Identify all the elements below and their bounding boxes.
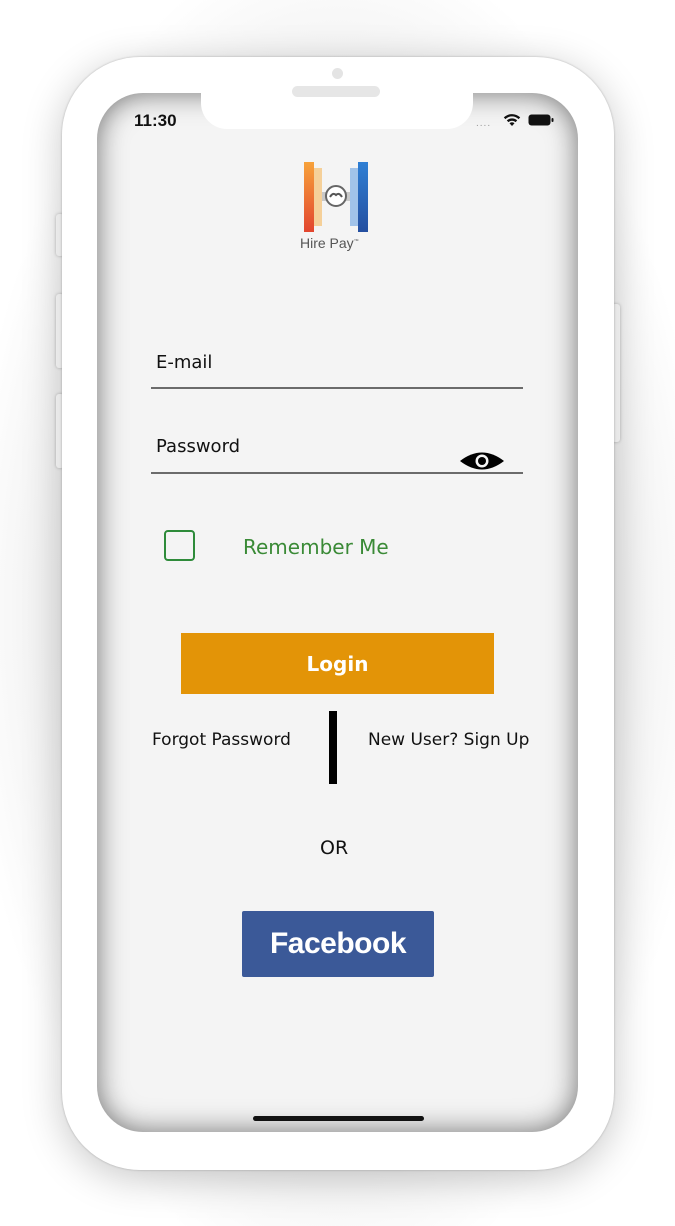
forgot-password-link[interactable]: Forgot Password: [152, 730, 291, 750]
password-field[interactable]: Password: [151, 436, 523, 474]
facebook-login-button[interactable]: Facebook: [242, 911, 434, 977]
remember-me-label: Remember Me: [243, 535, 389, 559]
login-button[interactable]: Login: [181, 633, 494, 694]
password-label: Password: [156, 436, 241, 457]
or-separator: OR: [320, 837, 349, 859]
home-indicator[interactable]: [253, 1116, 424, 1121]
logo-wordmark: Hire Pay™: [300, 235, 380, 251]
front-camera: [332, 68, 343, 79]
email-field[interactable]: E-mail: [151, 352, 523, 389]
wifi-icon: [503, 114, 521, 126]
speaker-grille: [292, 86, 380, 97]
sign-up-link[interactable]: New User? Sign Up: [368, 730, 529, 750]
eye-icon[interactable]: [459, 450, 505, 472]
battery-icon: [528, 114, 554, 126]
link-divider: [329, 711, 337, 784]
signal-dots: ....: [476, 118, 492, 129]
trademark-mark: ™: [353, 238, 359, 245]
status-icons: ....: [476, 110, 560, 130]
notch: [201, 93, 473, 129]
email-label: E-mail: [156, 352, 213, 373]
hire-pay-logo: [304, 162, 368, 232]
logo-text: Hire Pay: [300, 235, 354, 251]
remember-me-row[interactable]: Remember Me: [164, 530, 444, 566]
remember-me-checkbox[interactable]: [164, 530, 195, 561]
device-mockup: 11:30 .... Hire Pay™ E-mail Password Rem…: [0, 0, 675, 1226]
status-time: 11:30: [134, 111, 177, 130]
